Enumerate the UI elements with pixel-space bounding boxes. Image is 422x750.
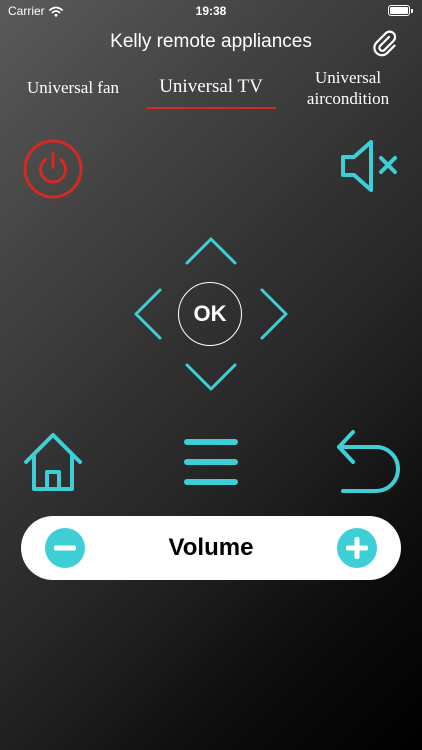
back-arrow-icon bbox=[337, 430, 400, 493]
power-button[interactable] bbox=[22, 138, 84, 200]
dpad-down-button[interactable] bbox=[182, 360, 240, 394]
tab-universal-aircondition[interactable]: Universal aircondition bbox=[292, 67, 404, 109]
tab-universal-fan[interactable]: Universal fan bbox=[10, 78, 136, 98]
back-button[interactable] bbox=[334, 428, 404, 496]
menu-button[interactable] bbox=[182, 436, 240, 488]
ok-button[interactable]: OK bbox=[178, 282, 242, 346]
page-title: Kelly remote appliances bbox=[110, 31, 312, 52]
status-bar: Carrier 19:38 bbox=[0, 0, 422, 22]
attach-button[interactable] bbox=[370, 28, 400, 58]
plus-circle-icon bbox=[337, 528, 377, 568]
speaker-mute-icon bbox=[341, 140, 397, 192]
power-icon bbox=[23, 139, 83, 199]
paperclip-icon bbox=[373, 30, 397, 57]
mute-button[interactable] bbox=[336, 138, 400, 194]
chevron-left-icon bbox=[134, 288, 162, 340]
volume-down-button[interactable] bbox=[45, 528, 85, 568]
tab-selected-indicator bbox=[146, 107, 276, 109]
status-time: 19:38 bbox=[195, 4, 227, 18]
volume-up-button[interactable] bbox=[337, 528, 377, 568]
chevron-right-icon bbox=[260, 288, 288, 340]
minus-circle-icon bbox=[45, 528, 85, 568]
tab-universal-tv[interactable]: Universal TV bbox=[146, 76, 276, 98]
menu-icon bbox=[184, 439, 238, 485]
dpad-up-button[interactable] bbox=[182, 234, 240, 268]
volume-control: Volume bbox=[21, 516, 401, 580]
battery-icon bbox=[388, 5, 413, 16]
home-icon bbox=[24, 433, 82, 491]
dpad-left-button[interactable] bbox=[130, 286, 166, 342]
home-button[interactable] bbox=[22, 430, 84, 494]
dpad-right-button[interactable] bbox=[256, 286, 292, 342]
chevron-down-icon bbox=[185, 363, 237, 391]
chevron-up-icon bbox=[185, 237, 237, 265]
